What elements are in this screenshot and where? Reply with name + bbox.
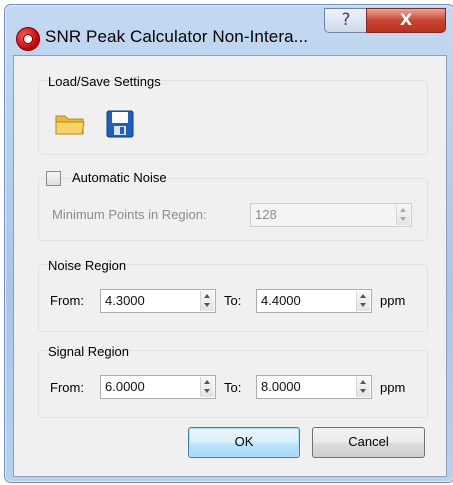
signal-region-title: Signal Region (48, 344, 129, 359)
load-save-group (38, 80, 428, 155)
signal-to-spinbox[interactable]: 8.0000 (256, 375, 372, 399)
noise-region-title: Noise Region (48, 258, 127, 273)
cancel-button[interactable]: Cancel (312, 427, 425, 458)
noise-from-stepper[interactable] (200, 291, 214, 311)
automatic-noise-label: Automatic Noise (72, 170, 167, 185)
signal-from-stepper[interactable] (200, 377, 214, 397)
title-bar[interactable]: SNR Peak Calculator Non-Intera... ? X (5, 5, 453, 55)
automatic-noise-checkbox[interactable] (46, 171, 61, 186)
noise-unit-label: ppm (380, 293, 406, 308)
signal-from-value: 6.0000 (105, 379, 145, 394)
ok-button[interactable]: OK (188, 427, 300, 458)
load-save-title: Load/Save Settings (48, 74, 161, 89)
signal-to-stepper[interactable] (356, 377, 370, 397)
noise-to-stepper[interactable] (356, 291, 370, 311)
help-button[interactable]: ? (324, 8, 368, 33)
signal-from-spinbox[interactable]: 6.0000 (100, 375, 216, 399)
signal-from-label: From: (50, 380, 84, 395)
signal-to-value: 8.0000 (261, 379, 301, 394)
noise-to-spinbox[interactable]: 4.4000 (256, 289, 372, 313)
minimum-points-label: Minimum Points in Region: (52, 207, 207, 222)
noise-from-label: From: (50, 293, 84, 308)
noise-from-spinbox[interactable]: 4.3000 (100, 289, 216, 313)
minimum-points-stepper[interactable] (396, 205, 410, 225)
window-title: SNR Peak Calculator Non-Intera... (45, 27, 309, 46)
close-button[interactable]: X (366, 8, 446, 33)
minimum-points-value: 128 (255, 207, 277, 222)
noise-from-value: 4.3000 (105, 293, 145, 308)
signal-unit-label: ppm (380, 380, 406, 395)
minimum-points-spinbox[interactable]: 128 (250, 203, 412, 227)
folder-open-icon[interactable] (55, 112, 85, 136)
app-logo-icon (16, 27, 40, 51)
noise-to-value: 4.4000 (261, 293, 301, 308)
noise-to-label: To: (224, 293, 242, 308)
signal-to-label: To: (224, 380, 242, 395)
floppy-disk-save-icon[interactable] (106, 110, 134, 138)
